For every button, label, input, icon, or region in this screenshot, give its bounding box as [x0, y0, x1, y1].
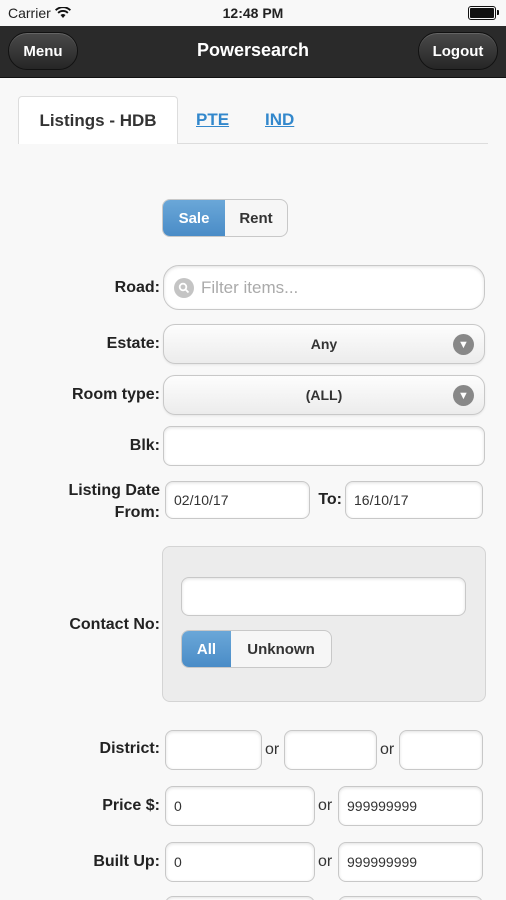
- sale-rent-toggle: Sale Rent: [162, 199, 288, 237]
- built-up-min-input[interactable]: 0: [165, 842, 315, 882]
- contact-no-panel: [162, 546, 486, 702]
- estate-select[interactable]: Any ▼: [163, 324, 485, 364]
- contact-filter-toggle: All Unknown: [181, 630, 332, 668]
- road-label: Road:: [114, 279, 160, 296]
- rent-option[interactable]: Rent: [225, 200, 287, 236]
- or-separator: or: [265, 741, 280, 758]
- chevron-down-icon: ▼: [453, 385, 474, 406]
- contact-no-input[interactable]: [181, 577, 466, 616]
- header-bar: Menu Powersearch Logout: [0, 26, 506, 78]
- date-from-input[interactable]: 02/10/17: [165, 481, 310, 519]
- chevron-down-icon: ▼: [453, 334, 474, 355]
- tab-listings-hdb[interactable]: Listings - HDB: [18, 96, 178, 144]
- next-row-input-1[interactable]: [165, 896, 315, 900]
- room-type-select[interactable]: (ALL) ▼: [163, 375, 485, 415]
- estate-label: Estate:: [106, 335, 160, 352]
- estate-value: Any: [310, 336, 338, 352]
- battery-icon: [468, 6, 499, 20]
- search-icon: [174, 277, 194, 298]
- price-max-input[interactable]: 999999999: [338, 786, 483, 826]
- logout-button[interactable]: Logout: [418, 32, 498, 70]
- district-label: District:: [99, 740, 160, 757]
- contact-unknown-option[interactable]: Unknown: [231, 631, 331, 667]
- next-row-input-2[interactable]: [338, 896, 483, 900]
- or-separator: or: [318, 797, 333, 814]
- or-separator: or: [318, 853, 333, 870]
- contact-all-option[interactable]: All: [182, 631, 231, 667]
- or-separator: or: [380, 741, 395, 758]
- road-search-input[interactable]: Filter items...: [163, 265, 485, 310]
- clock: 12:48 PM: [222, 5, 284, 21]
- tab-pte[interactable]: PTE: [196, 110, 229, 130]
- district-input-2[interactable]: [284, 730, 377, 770]
- contact-no-label: Contact No:: [69, 616, 160, 633]
- built-up-label: Built Up:: [93, 853, 160, 870]
- date-to-input[interactable]: 16/10/17: [345, 481, 483, 519]
- date-to-label: To:: [318, 491, 342, 508]
- status-bar: Carrier 12:48 PM: [0, 0, 506, 26]
- listing-date-label: Listing Date From:: [30, 480, 160, 524]
- listing-date-label-line2: From:: [114, 504, 160, 521]
- built-up-max-input[interactable]: 999999999: [338, 842, 483, 882]
- room-type-label: Room type:: [72, 386, 160, 403]
- price-label: Price $:: [102, 797, 160, 814]
- tab-ind[interactable]: IND: [265, 110, 294, 130]
- price-min-input[interactable]: 0: [165, 786, 315, 826]
- blk-input[interactable]: [163, 426, 485, 466]
- district-input-3[interactable]: [399, 730, 483, 770]
- road-placeholder: Filter items...: [201, 277, 299, 297]
- listing-tabs: Listings - HDB PTE IND: [18, 96, 488, 144]
- sale-option[interactable]: Sale: [163, 200, 225, 236]
- district-input-1[interactable]: [165, 730, 262, 770]
- room-type-value: (ALL): [305, 387, 343, 403]
- listing-date-label-line1: Listing Date: [68, 482, 160, 499]
- blk-label: Blk:: [129, 437, 160, 454]
